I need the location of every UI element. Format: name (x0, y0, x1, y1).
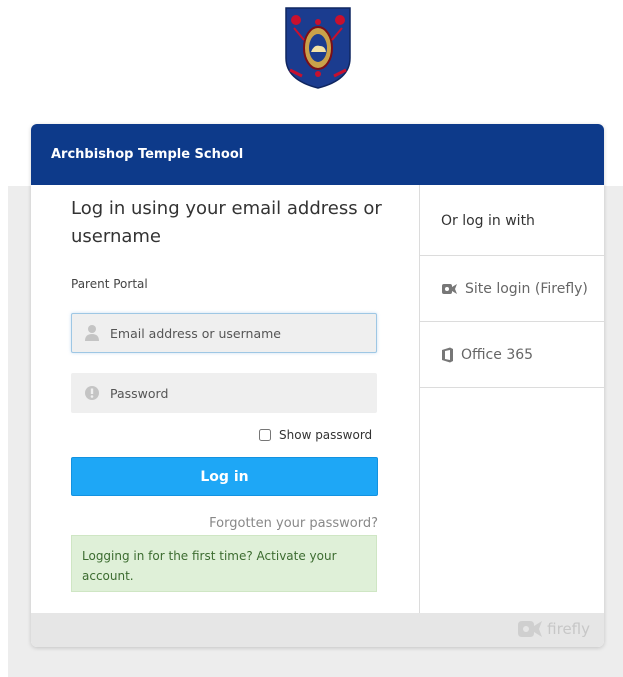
alternative-login-title: Or log in with (420, 185, 604, 256)
first-time-activation-notice[interactable]: Logging in for the first time? Activate … (71, 535, 377, 592)
portal-label: Parent Portal (71, 277, 148, 291)
school-crest-icon (285, 7, 351, 89)
activation-notice-text: Logging in for the first time? Activate … (82, 549, 337, 583)
login-card: Archbishop Temple School Log in using yo… (31, 124, 604, 647)
office-365-icon (442, 347, 453, 362)
password-icon (85, 386, 99, 400)
firefly-icon (442, 283, 457, 294)
site-login-firefly-option[interactable]: Site login (Firefly) (420, 256, 604, 322)
show-password-label: Show password (279, 428, 373, 442)
show-password-toggle[interactable]: Show password (259, 428, 372, 442)
office-365-label: Office 365 (461, 346, 534, 363)
show-password-checkbox[interactable] (259, 429, 271, 441)
office-365-option[interactable]: Office 365 (420, 322, 604, 388)
email-field[interactable] (71, 313, 377, 353)
email-input[interactable] (110, 314, 370, 352)
site-login-label: Site login (Firefly) (465, 280, 588, 297)
footer-brand-text: firefly (547, 620, 590, 638)
password-field[interactable] (71, 373, 377, 413)
alternative-login-pane: Or log in with Site login (Firefly) Offi… (419, 185, 604, 613)
user-icon (85, 325, 99, 341)
card-title: Archbishop Temple School (51, 147, 244, 162)
firefly-brand-logo: firefly (517, 620, 590, 638)
card-header: Archbishop Temple School (31, 124, 604, 185)
card-footer: firefly (31, 613, 604, 647)
password-input[interactable] (110, 374, 370, 412)
forgot-password-link[interactable]: Forgotten your password? (209, 516, 378, 531)
firefly-logo-icon (518, 621, 543, 637)
login-button[interactable]: Log in (71, 457, 378, 496)
login-form-pane: Log in using your email address or usern… (31, 185, 419, 613)
login-heading: Log in using your email address or usern… (71, 198, 382, 247)
